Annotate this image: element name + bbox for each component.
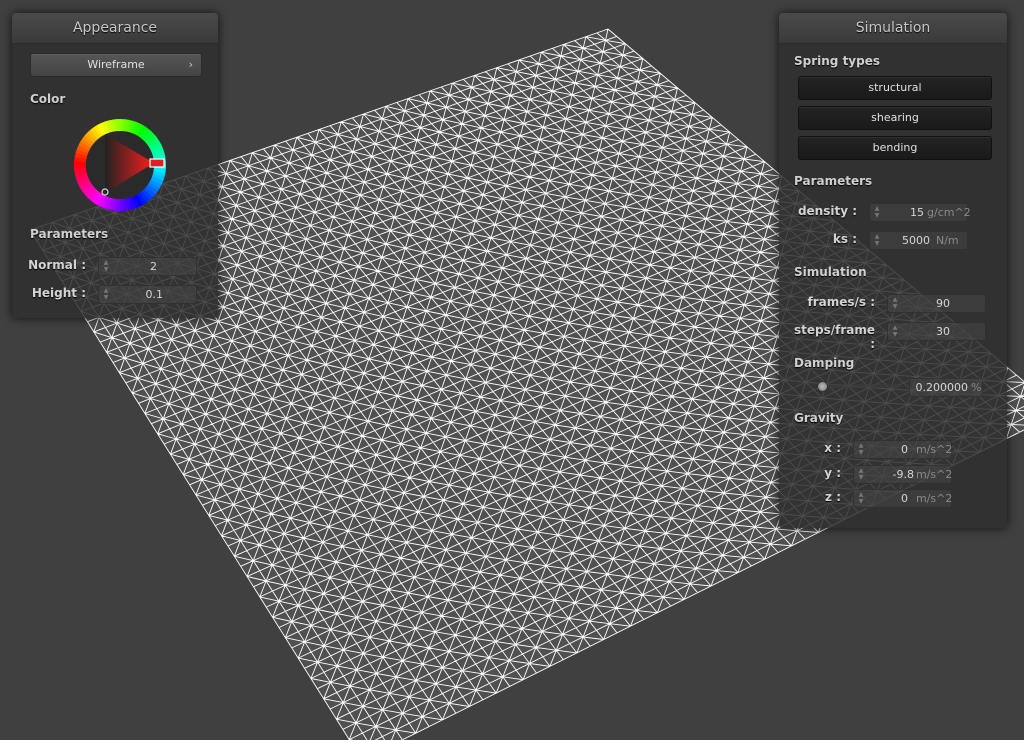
ks-input[interactable]: ▲ ▼ 5000 N/m — [869, 231, 968, 250]
spinner-icon[interactable]: ▲ ▼ — [857, 442, 865, 457]
density-input[interactable]: ▲ ▼ 15 g/cm^2 — [869, 203, 971, 222]
normal-input[interactable]: ▲ ▼ 2 — [98, 257, 197, 276]
damping-slider-knob[interactable] — [817, 381, 829, 392]
simulation-section-label: Simulation — [794, 265, 867, 279]
spinner-icon[interactable]: ▲ ▼ — [102, 287, 110, 302]
frames-per-second-label: frames/s : — [807, 295, 875, 309]
spinner-icon[interactable]: ▲ ▼ — [891, 296, 899, 311]
gravity-z-input[interactable]: ▲ ▼ 0 m/s^2 — [853, 489, 952, 508]
steps-per-frame-label: steps/frame : — [793, 323, 875, 351]
density-label: density : — [797, 204, 857, 218]
steps-per-frame-input[interactable]: ▲ ▼ 30 — [887, 322, 986, 341]
gravity-label: Gravity — [794, 411, 844, 425]
simulation-panel: Simulation Spring types structural shear… — [779, 13, 1007, 528]
shader-dropdown-button[interactable]: Wireframe › — [30, 53, 202, 77]
chevron-right-icon: › — [188, 58, 193, 71]
gravity-x-label: x : — [824, 441, 841, 455]
spinner-icon[interactable]: ▲ ▼ — [857, 467, 865, 482]
spring-types-label: Spring types — [794, 54, 881, 68]
ks-label: ks : — [832, 232, 857, 246]
gravity-x-input[interactable]: ▲ ▼ 0 m/s^2 — [853, 440, 952, 459]
damping-label: Damping — [794, 356, 855, 370]
color-section-label: Color — [30, 92, 66, 106]
damping-input[interactable]: 0.200000 % — [909, 378, 983, 397]
shearing-spring-button[interactable]: shearing — [798, 106, 992, 130]
gravity-y-label: y : — [824, 466, 841, 480]
spinner-icon[interactable]: ▲ ▼ — [102, 259, 110, 274]
spinner-icon[interactable]: ▲ ▼ — [873, 233, 881, 248]
color-wheel[interactable] — [70, 115, 170, 215]
bending-spring-button[interactable]: bending — [798, 136, 992, 160]
spinner-icon[interactable]: ▲ ▼ — [857, 491, 865, 506]
spinner-icon[interactable]: ▲ ▼ — [873, 205, 881, 220]
frames-per-second-input[interactable]: ▲ ▼ 90 — [887, 294, 986, 313]
gravity-y-input[interactable]: ▲ ▼ -9.8 m/s^2 — [853, 465, 952, 484]
gravity-z-label: z : — [825, 490, 841, 504]
simulation-parameters-label: Parameters — [794, 174, 873, 188]
appearance-parameters-label: Parameters — [30, 227, 109, 241]
appearance-title: Appearance — [12, 13, 218, 44]
shader-label: Wireframe — [87, 58, 145, 71]
damping-slider-track[interactable] — [821, 384, 901, 388]
height-label: Height : — [31, 286, 86, 300]
structural-spring-button[interactable]: structural — [798, 76, 992, 100]
normal-label: Normal : — [28, 258, 86, 272]
simulation-title: Simulation — [779, 13, 1007, 44]
hue-selector-marker — [149, 158, 165, 168]
height-input[interactable]: ▲ ▼ 0.1 — [98, 285, 197, 304]
spinner-icon[interactable]: ▲ ▼ — [891, 324, 899, 339]
appearance-panel: Appearance Wireframe › Color Parameters … — [12, 13, 218, 318]
